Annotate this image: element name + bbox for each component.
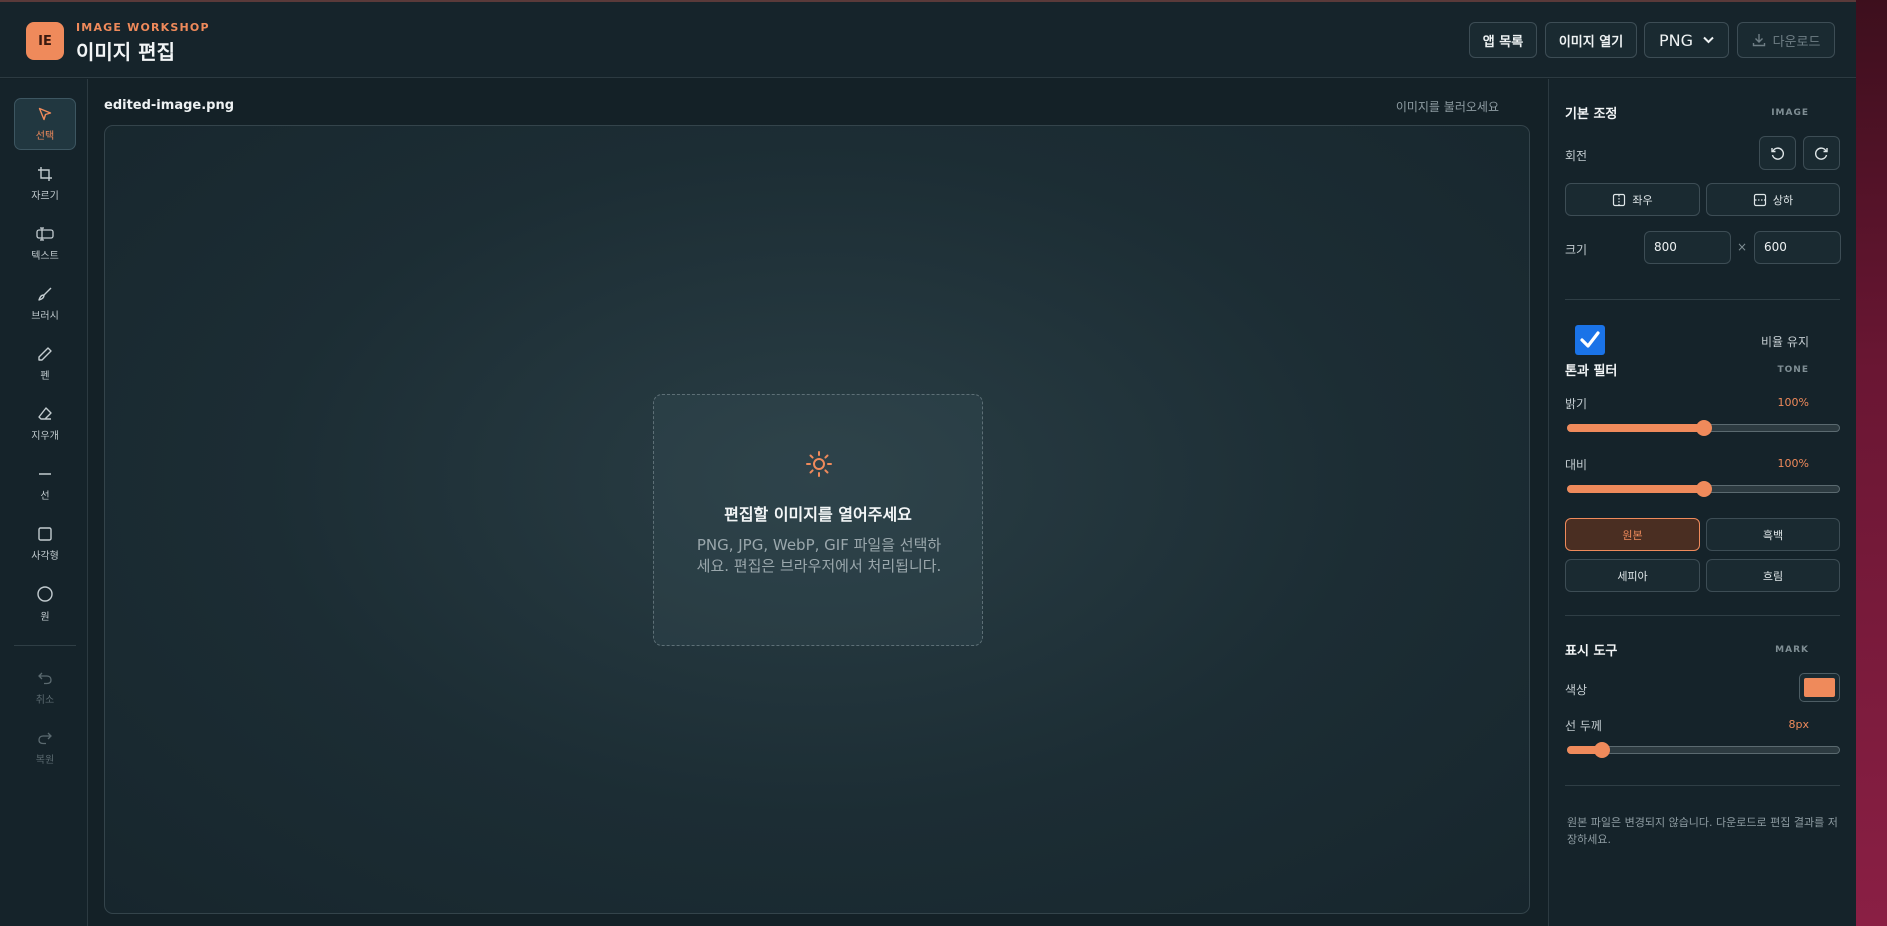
size-label: 크기: [1565, 243, 1588, 257]
redo-button[interactable]: 복원: [14, 722, 76, 774]
times-sign: ×: [1737, 240, 1748, 254]
tool-rectangle[interactable]: 사각형: [14, 518, 76, 570]
width-input[interactable]: 800: [1644, 231, 1731, 264]
brightness-label: 밝기: [1565, 397, 1588, 411]
rotate-left-button[interactable]: [1759, 136, 1796, 170]
rotate-right-button[interactable]: [1803, 136, 1840, 170]
undo-icon: [38, 672, 52, 685]
canvas-hint: 이미지를 불러오세요: [1395, 100, 1499, 114]
app-logo: IE: [26, 22, 64, 60]
footer-note: 원본 파일은 변경되지 않습니다. 다운로드로 편집 결과를 저장하세요.: [1567, 816, 1838, 846]
color-picker[interactable]: [1799, 673, 1840, 702]
download-icon: [1752, 34, 1765, 47]
rotate-right-icon: [1815, 146, 1828, 160]
keep-ratio-checkbox[interactable]: [1575, 325, 1605, 355]
app-header: IE IMAGE WORKSHOP 이미지 편집 앱 목록 이미지 열기 PNG…: [0, 2, 1856, 78]
tool-brush[interactable]: 브러시: [14, 278, 76, 330]
stroke-width-label: 선 두께: [1565, 719, 1602, 733]
tone-section-title: 톤과 필터: [1565, 364, 1618, 379]
drop-zone[interactable]: 편집할 이미지를 열어주세요 PNG, JPG, WebP, GIF 파일을 선…: [653, 394, 983, 646]
toolbar-divider: [14, 645, 76, 646]
brightness-slider[interactable]: [1567, 420, 1840, 436]
redo-icon: [38, 732, 52, 745]
brightness-value: 100%: [1777, 396, 1809, 409]
tool-text[interactable]: 텍스트: [14, 218, 76, 270]
app-window: IE IMAGE WORKSHOP 이미지 편집 앱 목록 이미지 열기 PNG…: [0, 0, 1856, 926]
tool-eraser[interactable]: 지우개: [14, 398, 76, 450]
filter-grayscale-button[interactable]: 흑백: [1706, 518, 1840, 551]
flip-horizontal-button[interactable]: 좌우: [1565, 183, 1700, 216]
filter-sepia-button[interactable]: 세피아: [1565, 559, 1700, 592]
flip-vertical-button[interactable]: 상하: [1706, 183, 1840, 216]
tool-circle[interactable]: 원: [14, 578, 76, 630]
format-select[interactable]: PNG: [1644, 22, 1729, 58]
contrast-value: 100%: [1777, 457, 1809, 470]
drop-title: 편집할 이미지를 열어주세요: [724, 505, 912, 524]
line-icon: [39, 473, 51, 475]
eraser-icon: [38, 407, 52, 420]
flip-horizontal-icon: [1613, 193, 1626, 206]
cursor-icon: [38, 107, 52, 121]
drop-description: PNG, JPG, WebP, GIF 파일을 선택하세요. 편집은 브라우저에…: [696, 536, 942, 575]
desktop-background: [1856, 0, 1887, 926]
tool-crop[interactable]: 자르기: [14, 158, 76, 210]
panel-divider: [1565, 785, 1840, 786]
color-swatch: [1804, 678, 1835, 697]
contrast-slider[interactable]: [1567, 481, 1840, 497]
tool-select[interactable]: 선택: [14, 98, 76, 150]
filter-blur-button[interactable]: 흐림: [1706, 559, 1840, 592]
tone-section-tag: TONE: [1777, 365, 1809, 375]
checkmark-icon: [1580, 331, 1600, 348]
filter-original-button[interactable]: 원본: [1565, 518, 1700, 551]
stroke-width-value: 8px: [1788, 718, 1810, 731]
flip-vertical-icon: [1753, 193, 1766, 206]
chevron-down-icon: [1703, 36, 1714, 44]
brush-icon: [38, 287, 52, 301]
open-image-button[interactable]: 이미지 열기: [1545, 22, 1637, 58]
slider-handle[interactable]: [1695, 481, 1712, 497]
rectangle-icon: [38, 527, 52, 541]
basic-section-tag: IMAGE: [1771, 108, 1809, 118]
basic-section-title: 기본 조정: [1565, 107, 1618, 122]
panel-divider: [1565, 299, 1840, 300]
rotate-label: 회전: [1565, 149, 1588, 163]
brand-subtitle: IMAGE WORKSHOP: [76, 21, 210, 34]
mark-section-title: 표시 도구: [1565, 644, 1618, 659]
tool-line[interactable]: 선: [14, 458, 76, 510]
mark-section-tag: MARK: [1775, 645, 1809, 655]
tool-pen[interactable]: 펜: [14, 338, 76, 390]
panel-divider: [1565, 615, 1840, 616]
app-list-button[interactable]: 앱 목록: [1469, 22, 1537, 58]
stroke-width-slider[interactable]: [1567, 742, 1840, 758]
sun-icon: [806, 451, 832, 477]
rotate-left-icon: [1771, 146, 1784, 160]
height-input[interactable]: 600: [1754, 231, 1841, 264]
page-title: 이미지 편집: [76, 40, 175, 64]
keep-ratio-label: 비율 유지: [1761, 335, 1809, 349]
text-icon: [36, 227, 54, 241]
tool-sidebar: 선택 자르기 텍스트 브러시 펜 지우개 선 사각형 원 취소 복원: [0, 79, 88, 926]
download-button[interactable]: 다운로드: [1737, 22, 1835, 58]
circle-icon: [37, 586, 53, 602]
undo-button[interactable]: 취소: [14, 662, 76, 714]
contrast-label: 대비: [1565, 458, 1588, 472]
crop-icon: [38, 167, 52, 181]
file-name: edited-image.png: [104, 98, 235, 113]
pen-icon: [38, 347, 52, 361]
slider-handle[interactable]: [1695, 420, 1712, 436]
color-label: 색상: [1565, 683, 1588, 697]
